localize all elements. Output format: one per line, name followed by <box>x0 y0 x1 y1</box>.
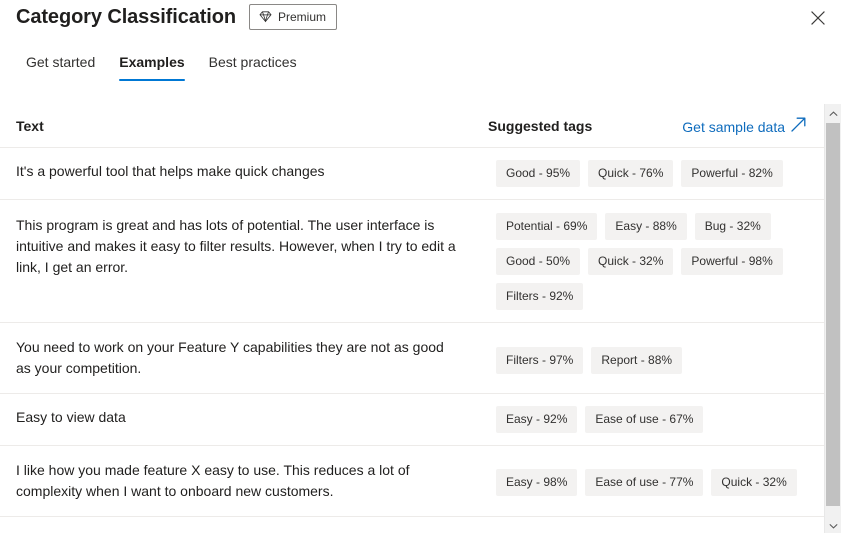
column-header-text: Text <box>16 117 44 134</box>
get-sample-data-link[interactable]: Get sample data <box>682 116 807 138</box>
row-text: I like how you made feature X easy to us… <box>16 462 410 499</box>
row-text: It's a powerful tool that helps make qui… <box>16 163 325 179</box>
tag[interactable]: Easy - 98% <box>496 469 578 496</box>
premium-badge-label: Premium <box>278 9 327 24</box>
tag[interactable]: Quick - 32% <box>588 248 674 275</box>
category-classification-dialog: Category Classification Premium Get star… <box>0 0 841 533</box>
row-text: Easy to view data <box>16 409 126 425</box>
tab-best-practices[interactable]: Best practices <box>197 52 309 81</box>
tag[interactable]: Report - 88% <box>591 347 683 374</box>
table-body: It's a powerful tool that helps make qui… <box>0 148 841 533</box>
tag[interactable]: Ease of use - 77% <box>585 469 704 496</box>
tag[interactable]: Powerful - 82% <box>681 160 783 187</box>
row-text: This program is great and has lots of po… <box>16 217 456 275</box>
chevron-up-icon <box>829 104 838 122</box>
diamond-icon <box>259 10 272 23</box>
tag[interactable]: Ease of use - 67% <box>585 406 704 433</box>
tab-examples[interactable]: Examples <box>107 52 196 81</box>
scroll-down-button[interactable] <box>825 516 841 533</box>
tag[interactable]: Bug - 32% <box>694 213 771 240</box>
table-row: It is a very powerful yet easy to use to… <box>0 517 841 533</box>
tag[interactable]: Filters - 97% <box>496 347 584 374</box>
row-tags: Easy - 98% Ease of use - 77% Quick - 32% <box>488 446 815 508</box>
tag[interactable]: Good - 50% <box>496 248 581 275</box>
vertical-scrollbar[interactable] <box>824 104 841 533</box>
chevron-down-icon <box>829 516 838 533</box>
table-header-row: Text Suggested tags Get sample data <box>0 104 841 148</box>
table-row: I like how you made feature X easy to us… <box>0 446 841 517</box>
tab-list: Get started Examples Best practices <box>14 52 309 81</box>
dialog-header: Category Classification Premium <box>0 0 841 46</box>
row-text: It is a very powerful yet easy to use to… <box>0 517 488 533</box>
scrollbar-thumb[interactable] <box>826 123 840 506</box>
tag[interactable]: Quick - 76% <box>588 160 674 187</box>
tag[interactable]: Powerful - 98% <box>681 248 783 275</box>
tag[interactable]: Easy - 88% <box>605 213 687 240</box>
tag[interactable]: Potential - 69% <box>496 213 598 240</box>
table-row: Easy to view data Easy - 92% Ease of use… <box>0 394 841 446</box>
table-row: This program is great and has lots of po… <box>0 200 841 323</box>
premium-badge[interactable]: Premium <box>249 4 338 30</box>
close-icon <box>811 11 825 25</box>
table-row: You need to work on your Feature Y capab… <box>0 323 841 394</box>
tab-get-started[interactable]: Get started <box>14 52 107 81</box>
scroll-up-button[interactable] <box>825 104 841 121</box>
examples-table: Text Suggested tags Get sample data It's… <box>0 104 841 533</box>
title-row: Category Classification Premium <box>16 3 338 31</box>
row-tags: Potential - 69% Easy - 88% Bug - 32% Goo… <box>488 200 815 322</box>
tag[interactable]: Good - 95% <box>496 160 581 187</box>
row-tags: Good - 95% Quick - 76% Powerful - 82% <box>488 148 815 199</box>
page-title: Category Classification <box>16 6 236 28</box>
table-row: It's a powerful tool that helps make qui… <box>0 148 841 200</box>
tag[interactable]: Easy - 92% <box>496 406 578 433</box>
get-sample-data-label: Get sample data <box>682 119 785 135</box>
tag[interactable]: Filters - 92% <box>496 283 584 310</box>
row-tags: Easy - 92% Ease of use - 67% <box>488 394 815 445</box>
close-button[interactable] <box>801 2 835 34</box>
row-tags: Good - 50% Quick - 32% Powerful - 98% <box>488 517 815 533</box>
row-text: You need to work on your Feature Y capab… <box>16 339 444 376</box>
external-link-arrow-icon <box>790 116 807 138</box>
tag[interactable]: Quick - 32% <box>711 469 797 496</box>
row-tags: Filters - 97% Report - 88% <box>488 323 815 386</box>
